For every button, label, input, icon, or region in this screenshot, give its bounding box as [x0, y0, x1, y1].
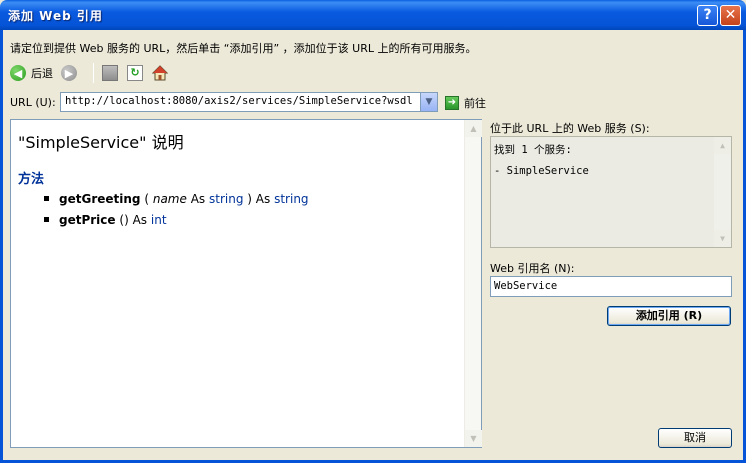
title-bar: 添加 Web 引用 ? ✕ [0, 0, 746, 30]
scroll-down-icon[interactable]: ▼ [714, 230, 731, 247]
service-title: "SimpleService" 说明 [18, 133, 184, 152]
instruction-text: 请定位到提供 Web 服务的 URL，然后单击 “添加引用” ，添加位于该 UR… [10, 42, 477, 55]
services-scrollbar[interactable]: ▲ ▼ [714, 137, 731, 247]
method-item: getGreeting ( name As string ) As string [44, 192, 309, 206]
back-button[interactable]: ◀ 后退 [10, 65, 53, 81]
go-label: 前往 [464, 97, 486, 110]
back-label: 后退 [31, 67, 53, 80]
method-name-link[interactable]: getPrice [59, 213, 116, 227]
services-found-text: 找到 1 个服务: [494, 144, 572, 156]
scroll-up-icon[interactable]: ▲ [714, 137, 731, 154]
scroll-down-icon[interactable]: ▼ [465, 430, 482, 447]
bullet-icon [44, 196, 49, 201]
forward-button[interactable]: ▶ [61, 65, 77, 81]
return-type: string [274, 192, 309, 206]
back-arrow-icon: ◀ [10, 65, 26, 81]
toolbar-separator [93, 63, 94, 83]
chevron-down-icon: ▼ [425, 97, 433, 107]
url-dropdown-button[interactable]: ▼ [420, 93, 437, 111]
scroll-up-icon[interactable]: ▲ [465, 120, 482, 137]
url-combobox[interactable]: http://localhost:8080/axis2/services/Sim… [60, 92, 438, 112]
services-list[interactable]: 找到 1 个服务: - SimpleService ▲ ▼ [490, 136, 732, 248]
method-name-link[interactable]: getGreeting [59, 192, 141, 206]
refresh-icon[interactable]: ↻ [127, 65, 143, 81]
cancel-button[interactable]: 取消 [658, 428, 732, 448]
browser-pane[interactable]: "SimpleService" 说明 方法 getGreeting ( name… [10, 119, 482, 448]
window-title: 添加 Web 引用 [8, 9, 103, 23]
stop-icon[interactable] [102, 65, 118, 81]
bullet-icon [44, 217, 49, 222]
go-arrow-icon: ➜ [445, 96, 459, 110]
help-button[interactable]: ? [697, 5, 718, 26]
browser-scrollbar[interactable]: ▲ ▼ [464, 120, 482, 447]
close-icon: ✕ [724, 7, 737, 23]
url-label: URL (U): [10, 96, 56, 109]
forward-arrow-icon: ▶ [61, 65, 77, 81]
methods-heading: 方法 [18, 172, 45, 187]
reference-name-label: Web 引用名 (N): [490, 262, 575, 275]
param-type: string [209, 192, 244, 206]
services-label: 位于此 URL 上的 Web 服务 (S): [490, 122, 650, 135]
window-frame-left [0, 30, 3, 463]
return-type: int [150, 213, 167, 227]
add-reference-button[interactable]: 添加引用 (R) [607, 306, 731, 326]
reference-name-input[interactable]: WebService [490, 276, 732, 297]
go-button[interactable]: ➜ 前往 [445, 95, 486, 111]
browser-toolbar: ◀ 后退 ▶ ↻ [10, 62, 177, 84]
param-name: name [152, 192, 187, 206]
help-icon: ? [703, 7, 712, 23]
method-item: getPrice () As int [44, 213, 167, 227]
close-button[interactable]: ✕ [720, 5, 741, 26]
home-icon[interactable] [152, 65, 168, 81]
service-list-item: - SimpleService [494, 165, 589, 177]
